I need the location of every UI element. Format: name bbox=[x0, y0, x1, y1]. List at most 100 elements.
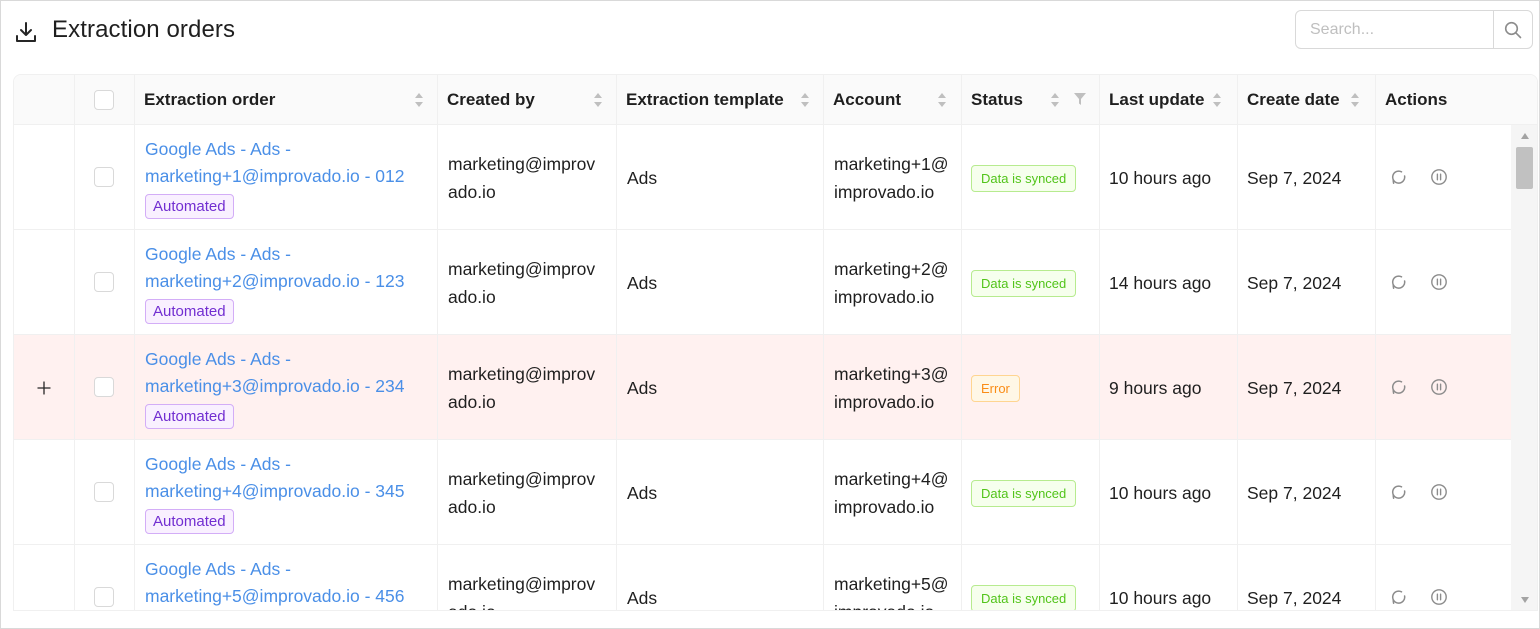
created-by-text: ado.io bbox=[448, 182, 496, 202]
row-checkbox[interactable] bbox=[94, 272, 114, 292]
refresh-icon[interactable] bbox=[1390, 273, 1408, 291]
column-label: Last update bbox=[1109, 90, 1205, 109]
vertical-scrollbar[interactable] bbox=[1511, 125, 1537, 610]
template-text: Ads bbox=[627, 168, 658, 188]
status-badge: Data is synced bbox=[971, 585, 1077, 610]
created-by-text: ado.io bbox=[448, 497, 496, 517]
pause-icon[interactable] bbox=[1430, 273, 1448, 291]
table-row[interactable]: Google Ads - Ads - marketing+5@improvado… bbox=[14, 545, 1511, 610]
column-last-update[interactable]: Last update bbox=[1099, 75, 1237, 125]
create-date-text: Sep 7, 2024 bbox=[1247, 168, 1342, 188]
pause-icon[interactable] bbox=[1430, 588, 1448, 606]
download-icon bbox=[16, 22, 36, 42]
extraction-order-link[interactable]: Google Ads - Ads - bbox=[145, 346, 291, 373]
sort-icon[interactable] bbox=[1350, 91, 1360, 109]
created-by-text: marketing@improv bbox=[448, 469, 596, 489]
template-text: Ads bbox=[627, 273, 658, 293]
template-text: Ads bbox=[627, 588, 658, 608]
template-text: Ads bbox=[627, 378, 658, 398]
select-all-checkbox[interactable] bbox=[94, 90, 114, 110]
created-by-text: ado.io bbox=[448, 287, 496, 307]
status-badge: Error bbox=[971, 375, 1020, 402]
column-label: Status bbox=[971, 90, 1023, 109]
automated-tag: Automated bbox=[145, 194, 234, 219]
row-checkbox[interactable] bbox=[94, 167, 114, 187]
extraction-order-link[interactable]: marketing+3@improvado.io - 234 bbox=[145, 373, 405, 400]
column-label: Created by bbox=[447, 90, 535, 109]
scroll-up-arrow-icon[interactable] bbox=[1520, 132, 1530, 140]
sort-icon[interactable] bbox=[414, 91, 424, 109]
table-row[interactable]: Google Ads - Ads - marketing+2@improvado… bbox=[14, 230, 1511, 335]
filter-icon[interactable] bbox=[1074, 93, 1086, 106]
account-text: marketing+4@ bbox=[834, 469, 949, 489]
pause-icon[interactable] bbox=[1430, 483, 1448, 501]
automated-tag: Automated bbox=[145, 299, 234, 324]
page-header: Extraction orders bbox=[0, 0, 1540, 64]
sort-icon[interactable] bbox=[937, 91, 947, 109]
column-status[interactable]: Status bbox=[961, 75, 1099, 125]
last-update-text: 14 hours ago bbox=[1109, 273, 1212, 293]
column-extraction-order[interactable]: Extraction order bbox=[134, 75, 437, 125]
extraction-order-link[interactable]: marketing+1@improvado.io - 012 bbox=[145, 163, 405, 190]
pause-icon[interactable] bbox=[1430, 378, 1448, 396]
last-update-text: 10 hours ago bbox=[1109, 483, 1212, 503]
pause-icon[interactable] bbox=[1430, 168, 1448, 186]
column-actions: Actions bbox=[1375, 75, 1537, 125]
select-column-header bbox=[74, 75, 134, 125]
sort-icon[interactable] bbox=[1212, 91, 1222, 109]
scrollbar-thumb[interactable] bbox=[1516, 147, 1533, 189]
column-label: Extraction template bbox=[626, 90, 784, 109]
account-text: improvado.io bbox=[834, 287, 935, 307]
sort-icon[interactable] bbox=[1050, 91, 1060, 109]
table-row[interactable]: Google Ads - Ads - marketing+1@improvado… bbox=[14, 125, 1511, 230]
search-icon bbox=[1504, 21, 1522, 38]
row-checkbox[interactable] bbox=[94, 482, 114, 502]
page-title: Extraction orders bbox=[52, 16, 236, 43]
column-extraction-template[interactable]: Extraction template bbox=[616, 75, 823, 125]
search-input[interactable] bbox=[1296, 11, 1494, 48]
plus-icon[interactable] bbox=[36, 380, 52, 396]
refresh-icon[interactable] bbox=[1390, 483, 1408, 501]
create-date-text: Sep 7, 2024 bbox=[1247, 378, 1342, 398]
last-update-text: 10 hours ago bbox=[1109, 168, 1212, 188]
account-text: improvado.io bbox=[834, 497, 935, 517]
create-date-text: Sep 7, 2024 bbox=[1247, 483, 1342, 503]
account-text: marketing+1@ bbox=[834, 154, 949, 174]
table-row[interactable]: Google Ads - Ads - marketing+4@improvado… bbox=[14, 440, 1511, 545]
column-created-by[interactable]: Created by bbox=[437, 75, 616, 125]
last-update-text: 10 hours ago bbox=[1109, 588, 1212, 608]
row-checkbox[interactable] bbox=[94, 377, 114, 397]
table-header: Extraction order Created by Extraction t… bbox=[14, 75, 1537, 125]
created-by-text: marketing@improv bbox=[448, 364, 596, 384]
table-row[interactable]: Google Ads - Ads - marketing+3@improvado… bbox=[14, 335, 1511, 440]
last-update-text: 9 hours ago bbox=[1109, 378, 1202, 398]
sort-icon[interactable] bbox=[800, 91, 810, 109]
scroll-down-arrow-icon[interactable] bbox=[1520, 596, 1530, 604]
account-text: marketing+3@ bbox=[834, 364, 949, 384]
table-body: Google Ads - Ads - marketing+1@improvado… bbox=[14, 125, 1511, 610]
created-by-text: marketing@improv bbox=[448, 154, 596, 174]
extraction-order-link[interactable]: Google Ads - Ads - bbox=[145, 241, 291, 268]
refresh-icon[interactable] bbox=[1390, 588, 1408, 606]
column-label: Account bbox=[833, 90, 901, 109]
sort-icon[interactable] bbox=[593, 91, 603, 109]
expand-column-header bbox=[14, 75, 74, 125]
extraction-order-link[interactable]: marketing+2@improvado.io - 123 bbox=[145, 268, 405, 295]
refresh-icon[interactable] bbox=[1390, 378, 1408, 396]
refresh-icon[interactable] bbox=[1390, 168, 1408, 186]
column-account[interactable]: Account bbox=[823, 75, 961, 125]
extraction-order-link[interactable]: Google Ads - Ads - bbox=[145, 556, 291, 583]
column-label: Actions bbox=[1385, 90, 1448, 109]
template-text: Ads bbox=[627, 483, 658, 503]
created-by-text: marketing@improv bbox=[448, 259, 596, 279]
search-button[interactable] bbox=[1493, 11, 1532, 48]
create-date-text: Sep 7, 2024 bbox=[1247, 588, 1342, 608]
extraction-order-link[interactable]: marketing+4@improvado.io - 345 bbox=[145, 478, 405, 505]
status-badge: Data is synced bbox=[971, 270, 1077, 297]
extraction-order-link[interactable]: marketing+5@improvado.io - 456 bbox=[145, 583, 405, 610]
automated-tag: Automated bbox=[145, 404, 234, 429]
row-checkbox[interactable] bbox=[94, 587, 114, 607]
column-create-date[interactable]: Create date bbox=[1237, 75, 1375, 125]
extraction-order-link[interactable]: Google Ads - Ads - bbox=[145, 136, 291, 163]
extraction-order-link[interactable]: Google Ads - Ads - bbox=[145, 451, 291, 478]
